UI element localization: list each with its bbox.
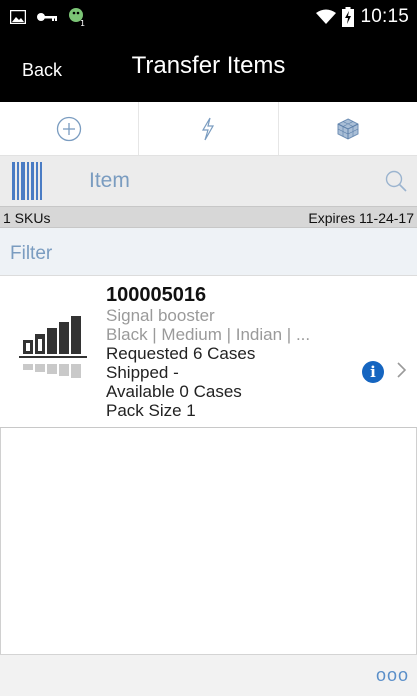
status-time: 10:15 bbox=[360, 6, 409, 27]
item-details: 100005016 Signal booster Black | Medium … bbox=[106, 284, 361, 420]
lightning-icon bbox=[202, 117, 215, 140]
signal-booster-thumbnail bbox=[19, 316, 87, 378]
page-title: Transfer Items bbox=[131, 52, 286, 79]
app-header: Back Transfer Items bbox=[0, 34, 417, 102]
status-bar-notifications: 1 bbox=[10, 6, 86, 28]
search-icon[interactable] bbox=[384, 169, 408, 193]
requested-quantity: Requested 6 Cases bbox=[106, 344, 256, 363]
item-id: 100005016 bbox=[106, 284, 207, 306]
quick-action-button[interactable] bbox=[139, 102, 279, 155]
shipped-quantity: Shipped - bbox=[106, 363, 179, 382]
sku-count: 1 SKUs bbox=[3, 210, 51, 226]
item-search-bar[interactable]: Item bbox=[0, 156, 417, 206]
barcode-icon[interactable] bbox=[12, 162, 42, 200]
add-item-button[interactable] bbox=[0, 102, 140, 155]
summary-bar: 1 SKUs Expires 11-24-17 bbox=[0, 206, 417, 228]
key-icon bbox=[37, 13, 57, 21]
svg-text:1: 1 bbox=[80, 19, 85, 27]
list-empty-area bbox=[0, 428, 417, 654]
search-input[interactable]: Item bbox=[89, 169, 130, 193]
available-quantity: Available 0 Cases bbox=[106, 382, 242, 401]
status-bar-system: 10:15 bbox=[316, 5, 409, 29]
list-item[interactable]: 100005016 Signal booster Black | Medium … bbox=[0, 276, 417, 428]
expiry-date: Expires 11-24-17 bbox=[308, 210, 414, 226]
action-toolbar bbox=[0, 102, 417, 156]
filter-button[interactable]: Filter bbox=[10, 243, 52, 265]
item-attributes: Black | Medium | Indian | ... bbox=[106, 325, 311, 344]
more-options-button[interactable]: ooo bbox=[376, 665, 409, 686]
image-icon bbox=[10, 10, 26, 24]
chevron-right-icon[interactable] bbox=[396, 360, 408, 380]
add-circle-icon bbox=[57, 116, 82, 141]
cube-icon bbox=[337, 117, 359, 140]
filter-bar[interactable]: Filter bbox=[0, 228, 417, 276]
wifi-icon bbox=[316, 9, 337, 24]
battery-charging-icon bbox=[342, 7, 355, 27]
container-button[interactable] bbox=[279, 102, 417, 155]
info-icon[interactable]: i bbox=[362, 361, 384, 383]
android-notification-icon: 1 bbox=[69, 8, 85, 27]
status-bar: 1 10:15 bbox=[0, 0, 417, 34]
item-description: Signal booster bbox=[106, 306, 215, 325]
footer-bar: ooo bbox=[0, 654, 417, 696]
pack-size: Pack Size 1 bbox=[106, 401, 196, 420]
